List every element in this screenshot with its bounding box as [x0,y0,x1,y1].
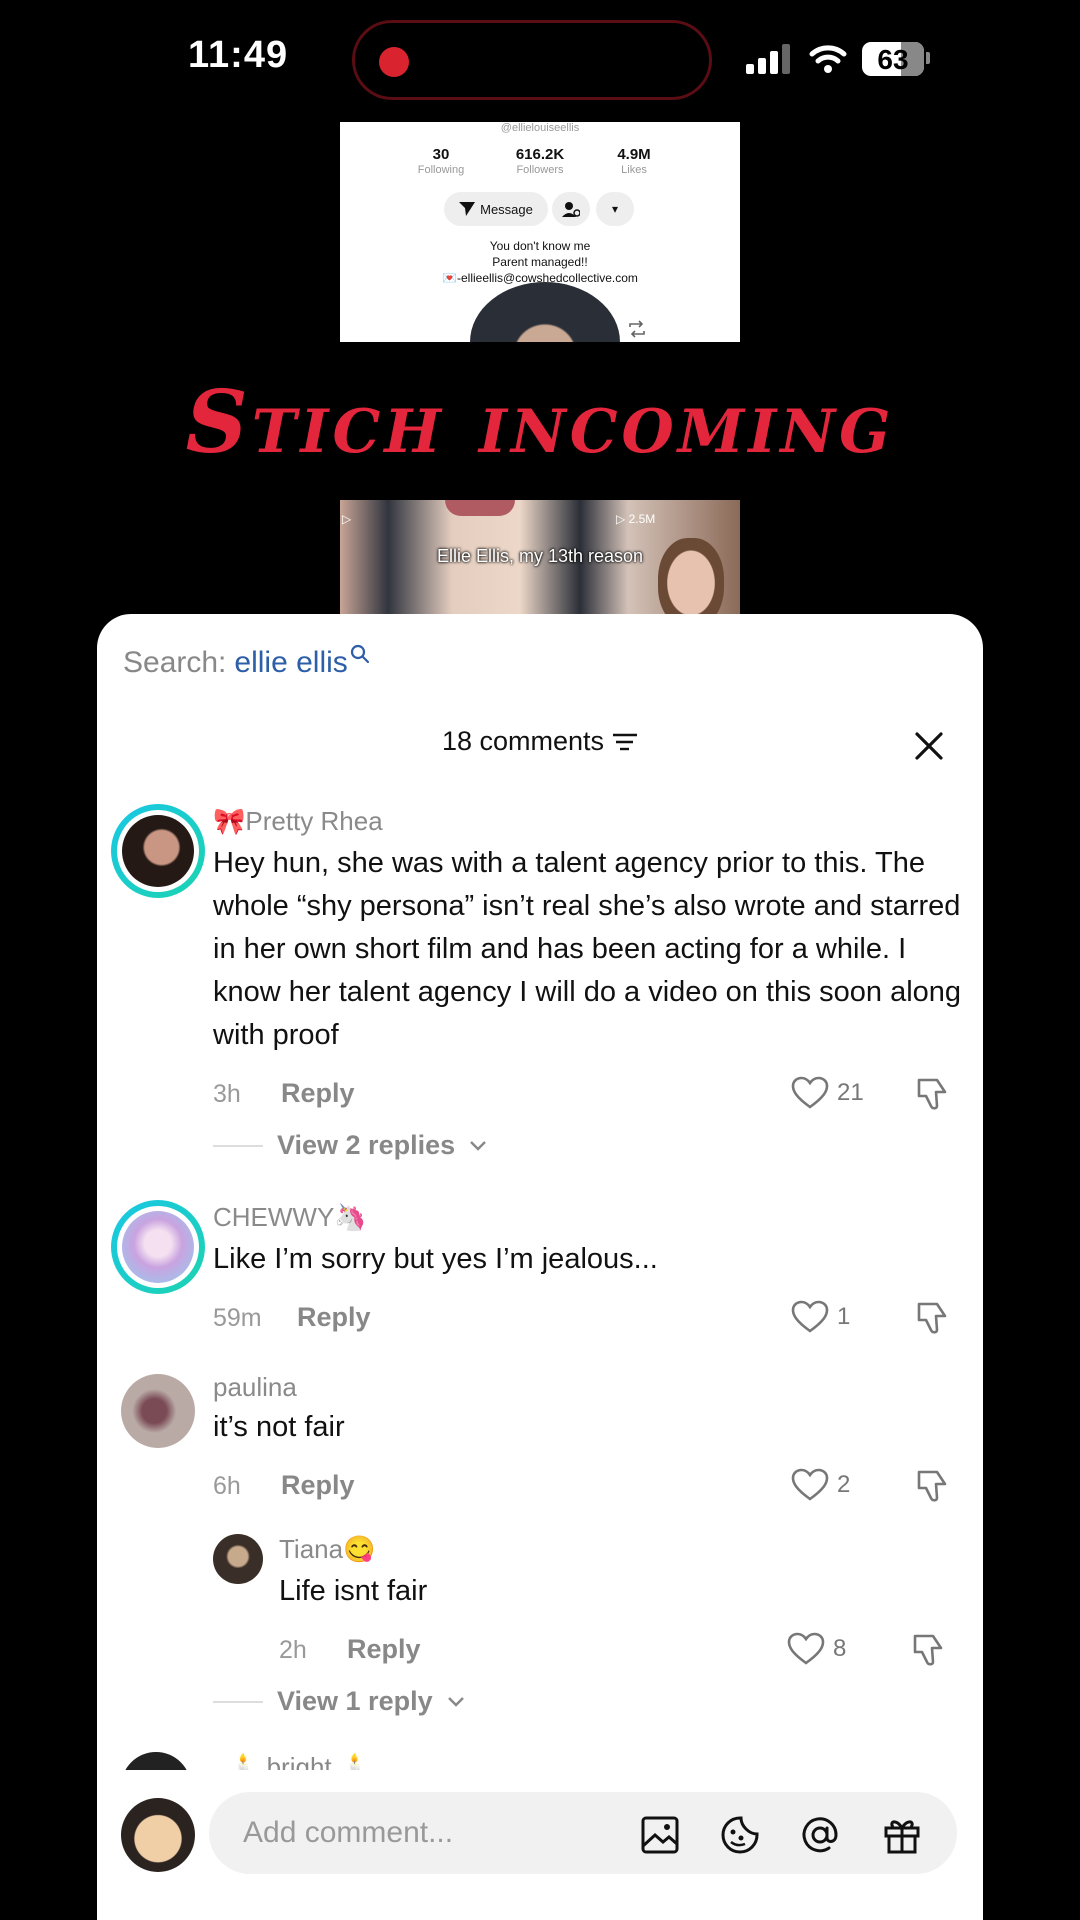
reply-text: Life isnt fair [279,1575,428,1607]
message-button: Message [444,192,548,226]
battery-percent: 63 [877,44,909,75]
like-button[interactable]: 1 [791,1300,850,1334]
comment-input-bar: Add comment... [97,1778,983,1920]
avatar[interactable] [111,1200,205,1294]
stitch-headline: Stich incoming [185,372,895,473]
view-count-value: 2.5M [628,512,656,526]
stat-value: 4.9M [617,146,651,163]
wifi-icon [809,45,847,73]
view-replies-label: View 1 reply [277,1686,433,1716]
reply-button[interactable]: Reply [281,1470,355,1501]
avatar[interactable] [111,804,205,898]
play-icon: ▷ [342,512,352,526]
dislike-icon[interactable] [915,1468,951,1504]
comment-username[interactable]: paulina [213,1372,297,1403]
reply-time: 2h [279,1636,307,1664]
mention-icon[interactable] [799,1814,841,1856]
view-replies-button[interactable]: View 1 reply [213,1686,465,1717]
dislike-icon[interactable] [915,1300,951,1336]
comment-input[interactable]: Add comment... [209,1792,957,1874]
like-count: 21 [837,1079,864,1106]
bio-line: Parent managed!! [492,255,588,269]
message-label: Message [480,201,533,217]
filter-icon[interactable] [612,732,638,752]
comments-header: 18 comments [97,726,983,776]
stat-value: 30 [432,146,450,163]
avatar[interactable] [213,1534,263,1584]
send-icon [459,202,476,216]
dislike-icon[interactable] [915,1076,951,1112]
my-avatar [121,1798,195,1872]
comment-username[interactable]: 🎀Pretty Rhea [213,806,383,837]
video-thumbnail: ▷ ▷ 2.5M Ellie Ellis, my 13th reason [340,500,740,615]
reply-button[interactable]: Reply [281,1078,355,1109]
avatar[interactable] [121,1752,191,1770]
comment-text: it’s not fair [213,1411,345,1443]
heart-icon [787,1632,825,1665]
battery-tip [926,52,930,64]
thumbnail-face [445,500,515,516]
view-replies-button[interactable]: View 2 replies [213,1130,487,1161]
view-replies-label: View 2 replies [277,1130,456,1160]
comment-count-label: 18 comments [441,726,605,756]
search-icon [350,644,369,664]
reply-button[interactable]: Reply [347,1634,421,1665]
like-count: 8 [833,1635,847,1662]
sticker-icon[interactable] [719,1814,761,1856]
image-icon[interactable] [639,1814,681,1856]
comment-time: 3h [213,1080,241,1108]
comment-count[interactable]: 18 comments [97,726,983,757]
dynamic-island [352,20,712,100]
search-label: Search: [123,646,227,679]
like-count: 2 [837,1471,851,1498]
comment-item: paulina it’s not fair 6h Reply 2 [97,1358,983,1502]
chevron-down-icon [447,1696,464,1707]
search-term[interactable]: ellie ellis [234,646,347,680]
heart-icon [791,1468,829,1501]
heart-icon [791,1300,829,1333]
stat-label: Likes [621,164,647,176]
chevron-down-icon [470,1140,486,1151]
dislike-icon[interactable] [911,1632,947,1668]
profile-screenshot: @ellielouiseellis 30 Following 616.2K Fo… [340,122,740,342]
add-friend-icon [552,192,590,226]
comment-username[interactable]: CHEWWY🦄 [213,1202,367,1233]
like-button[interactable]: 21 [791,1076,864,1110]
profile-handle: @ellielouiseellis [500,122,580,134]
close-icon[interactable] [909,726,949,766]
comment-item: 🎀Pretty Rhea Hey hun, she was with a tal… [97,790,983,1160]
cellular-signal-icon [746,44,792,74]
battery-icon: 63 [862,42,924,76]
heart-icon [791,1076,829,1109]
comment-item-partial: 🕯️ bright 🕯️ [97,1742,983,1770]
like-button[interactable]: 2 [791,1468,850,1502]
bio-line: You don't know me [489,239,591,253]
reply-username[interactable]: Tiana😋 [279,1534,375,1565]
comment-time: 6h [213,1472,241,1500]
dropdown-icon: ▾ [596,192,634,226]
comment-username[interactable]: 🕯️ bright 🕯️ [227,1752,371,1770]
status-time: 11:49 [188,34,289,76]
comment-time: 59m [213,1304,262,1332]
recording-indicator-icon [379,47,409,77]
gift-icon[interactable] [881,1814,923,1856]
view-count: ▷ 2.5M [616,512,656,526]
stat-label: Following [417,164,465,176]
stat-following: 30 Following [386,146,496,176]
video-caption: Ellie Ellis, my 13th reason [436,546,644,566]
reply-item: Tiana😋 Life isnt fair 2h Reply 8 View 1 … [97,1520,983,1720]
like-count: 1 [837,1303,851,1330]
comment-item: CHEWWY🦄 Like I’m sorry but yes I’m jealo… [97,1186,983,1336]
repost-icon [629,320,645,338]
comment-text: Hey hun, she was with a talent agency pr… [213,847,962,1051]
search-suggestion[interactable]: Search: ellie ellis [123,644,370,680]
like-button[interactable]: 8 [787,1632,846,1666]
comment-input-placeholder: Add comment... [243,1816,454,1849]
comments-sheet: Search: ellie ellis 18 comments 🎀Pretty … [97,614,983,1920]
status-bar: 11:49 63 [0,0,1080,120]
comment-text: Like I’m sorry but yes I’m jealous... [213,1243,658,1275]
reply-button[interactable]: Reply [297,1302,371,1333]
stat-likes: 4.9M Likes [579,146,689,176]
avatar[interactable] [121,1374,195,1448]
